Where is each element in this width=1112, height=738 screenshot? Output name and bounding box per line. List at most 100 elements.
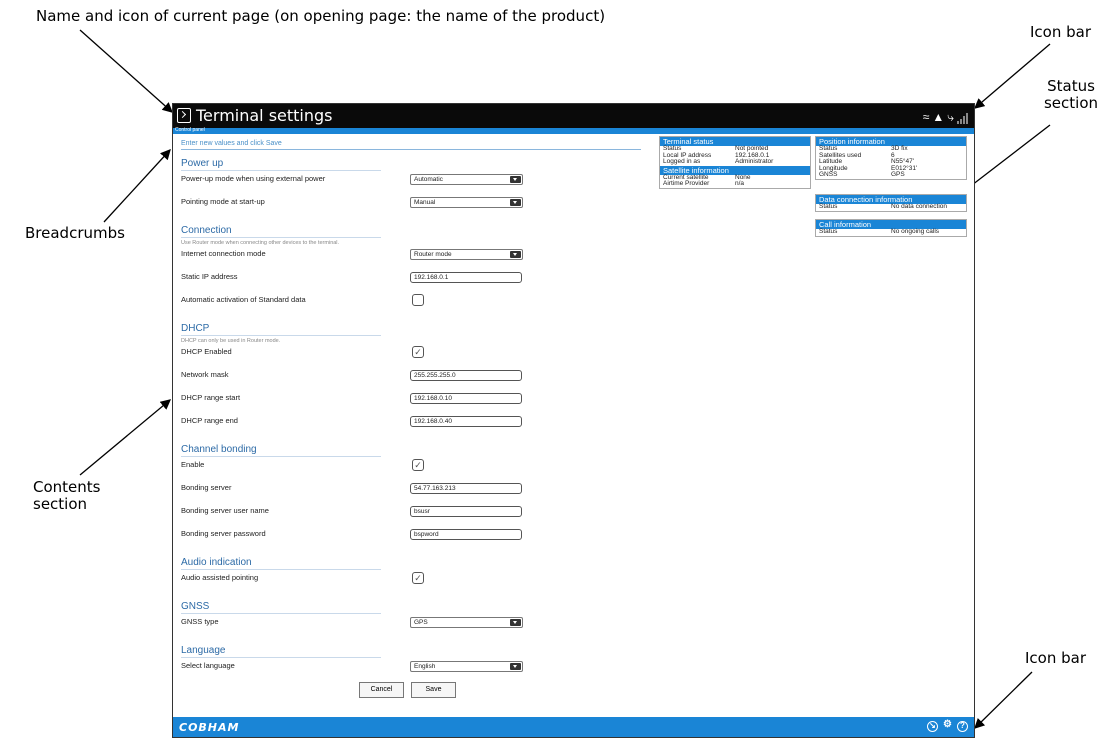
pointing-mode-select[interactable]: Manual [410, 197, 523, 208]
audio-assist-checkbox[interactable]: ✓ [412, 572, 424, 584]
gnss-type-select[interactable]: GPS [410, 617, 523, 628]
breadcrumb: Control panel [173, 127, 974, 134]
field-label: DHCP Enabled [181, 347, 232, 356]
position-panel: Position information Status 3D fix Satell… [815, 136, 967, 180]
arrow-breadcrumbs [103, 149, 171, 223]
terminal-icon [177, 108, 191, 123]
cancel-button[interactable]: Cancel [359, 682, 404, 698]
bonding-server-input[interactable]: 54.77.163.213 [410, 483, 522, 494]
signal-icon[interactable] [957, 110, 968, 124]
language-select[interactable]: English [410, 661, 523, 672]
status-row: Status No ongoing calls [819, 228, 940, 235]
status-row: Status No data connection [819, 203, 948, 210]
chevron-down-icon [510, 199, 521, 206]
static-ip-input[interactable]: 192.168.0.1 [410, 272, 522, 283]
field-label: Select language [181, 661, 235, 670]
field-label: Power-up mode when using external power [181, 174, 326, 183]
page-title: Terminal settings [196, 106, 333, 125]
row-dhcp-enabled: DHCP Enabled ✓ [181, 344, 651, 367]
field-label: Bonding server [181, 483, 232, 492]
field-label: Static IP address [181, 272, 238, 281]
auto-activation-checkbox[interactable] [412, 294, 424, 306]
warning-icon[interactable]: ▲ [932, 110, 944, 124]
annotation-icon-bar-top: Icon bar [1030, 23, 1092, 41]
section-language: Language [181, 645, 381, 658]
annotation-title: Name and icon of current page (on openin… [36, 7, 606, 25]
settings-icon[interactable]: ⚙ [942, 720, 953, 732]
chevron-down-icon [510, 251, 521, 258]
terminal-status-panel: Terminal status Status Not pointed Local … [659, 136, 811, 189]
arrow-contents-section [79, 399, 171, 476]
field-label: DHCP range start [181, 393, 241, 402]
field-label: Pointing mode at start-up [181, 197, 265, 206]
bonding-enable-checkbox[interactable]: ✓ [412, 459, 424, 471]
title-bar: Terminal settings ≈ ▲ ⤷ [173, 104, 974, 128]
network-mask-input[interactable]: 255.255.255.0 [410, 370, 522, 381]
app-window: Terminal settings ≈ ▲ ⤷ Control panel En… [172, 103, 975, 738]
gauge-icon[interactable]: ↘ [927, 721, 938, 732]
dhcp-range-start-input[interactable]: 192.168.0.10 [410, 393, 522, 404]
bonding-user-input[interactable]: bsusr [410, 506, 522, 517]
annotation-contents-section: Contents section [33, 478, 101, 514]
chevron-down-icon [510, 176, 521, 183]
footer-bar: COBHAM ↘ ⚙ ? [173, 717, 974, 737]
row-language: Select language English [181, 658, 651, 681]
row-bonding-enable: Enable ✓ [181, 457, 651, 480]
data-connection-panel: Data connection information Status No dat… [815, 194, 967, 212]
annotation-status-section: Status section [1043, 77, 1099, 113]
arrow-title [79, 29, 173, 113]
section-channel-bonding: Channel bonding [181, 444, 381, 457]
chevron-down-icon [510, 619, 521, 626]
field-label: Bonding server password [181, 529, 266, 538]
row-static-ip: Static IP address 192.168.0.1 [181, 269, 651, 292]
field-label: Bonding server user name [181, 506, 269, 515]
internet-mode-select[interactable]: Router mode [410, 249, 523, 260]
row-internet-mode: Internet connection mode Router mode [181, 246, 651, 269]
dhcp-range-end-input[interactable]: 192.168.0.40 [410, 416, 522, 427]
row-audio-assist: Audio assisted pointing ✓ [181, 570, 651, 593]
status-row: Airtime Provider n/a [663, 180, 745, 187]
row-auto-activation: Automatic activation of Standard data [181, 292, 651, 315]
annotation-breadcrumbs: Breadcrumbs [25, 224, 125, 242]
row-dhcp-end: DHCP range end 192.168.0.40 [181, 413, 651, 436]
contents-section: Enter new values and click Save Power up… [181, 140, 651, 681]
satellite-icon[interactable]: ⤷ [947, 110, 954, 124]
row-pointing-mode: Pointing mode at start-up Manual [181, 194, 651, 217]
status-row: GNSS GPS [819, 171, 905, 178]
chevron-down-icon [510, 663, 521, 670]
row-bonding-server: Bonding server 54.77.163.213 [181, 480, 651, 503]
field-label: GNSS type [181, 617, 219, 626]
dhcp-enabled-checkbox[interactable]: ✓ [412, 346, 424, 358]
row-dhcp-start: DHCP range start 192.168.0.10 [181, 390, 651, 413]
instruction-hint: Enter new values and click Save [181, 140, 641, 150]
help-icon[interactable]: ? [957, 721, 968, 732]
section-audio: Audio indication [181, 557, 381, 570]
call-info-panel: Call information Status No ongoing calls [815, 219, 967, 237]
bonding-password-input[interactable]: bspword [410, 529, 522, 540]
breadcrumb-item[interactable]: Control panel [175, 127, 205, 133]
row-network-mask: Network mask 255.255.255.0 [181, 367, 651, 390]
arrow-icon-bar-bottom [974, 671, 1033, 729]
section-connection: Connection [181, 225, 381, 238]
top-icon-bar: ≈ ▲ ⤷ [923, 108, 968, 124]
field-label: Automatic activation of Standard data [181, 295, 306, 304]
field-label: Enable [181, 460, 205, 469]
field-label: Audio assisted pointing [181, 573, 259, 582]
annotation-icon-bar-bottom: Icon bar [1025, 649, 1087, 667]
bottom-icon-bar: ↘ ⚙ ? [927, 720, 968, 732]
power-up-mode-select[interactable]: Automatic [410, 174, 523, 185]
field-label: Network mask [181, 370, 229, 379]
field-label: Internet connection mode [181, 249, 266, 258]
row-power-up-mode: Power-up mode when using external power … [181, 171, 651, 194]
section-power-up: Power up [181, 158, 381, 171]
row-bonding-user: Bonding server user name bsusr [181, 503, 651, 526]
save-button[interactable]: Save [411, 682, 456, 698]
section-gnss: GNSS [181, 601, 381, 614]
row-bonding-pass: Bonding server password bspword [181, 526, 651, 549]
row-gnss-type: GNSS type GPS [181, 614, 651, 637]
field-label: DHCP range end [181, 416, 238, 425]
cobham-logo: COBHAM [179, 721, 240, 734]
wifi-icon[interactable]: ≈ [923, 110, 930, 124]
form-buttons: Cancel Save [359, 682, 456, 698]
section-dhcp: DHCP [181, 323, 381, 336]
